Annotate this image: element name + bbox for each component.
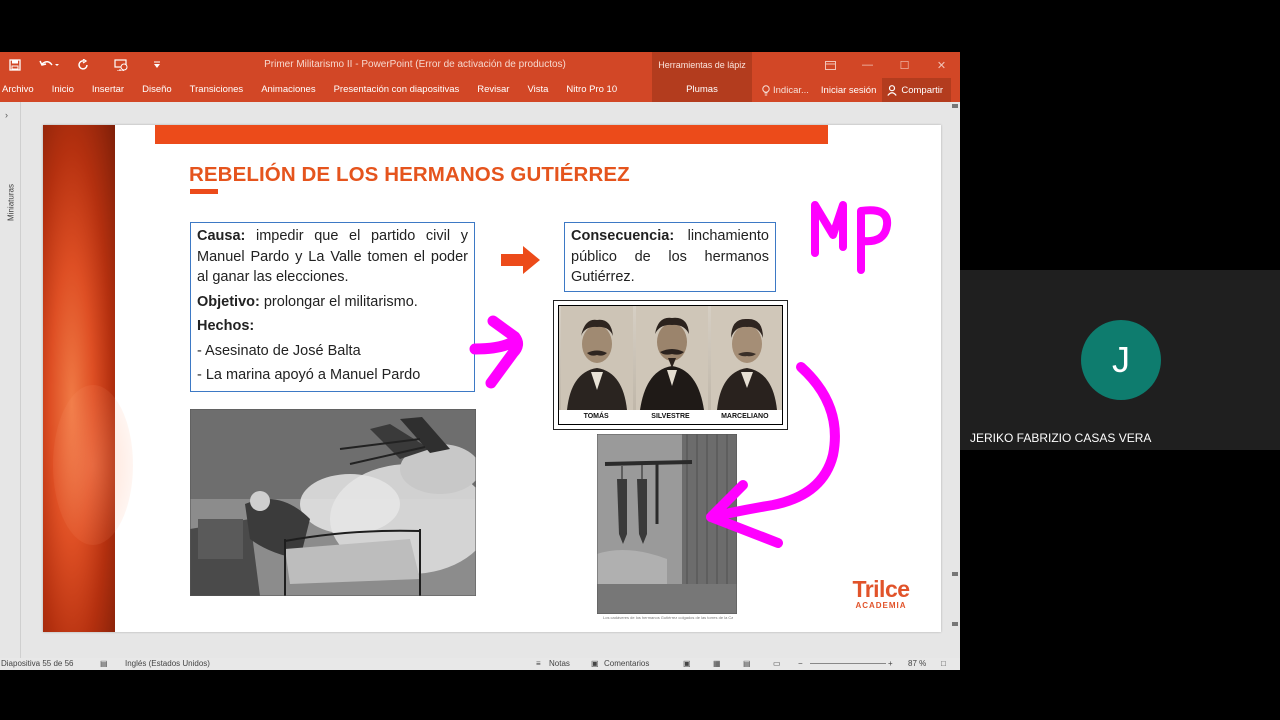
ribbon-tabs: Archivo Inicio Insertar Diseño Transicio…: [0, 78, 626, 102]
save-icon[interactable]: [0, 52, 30, 78]
tab-vista[interactable]: Vista: [518, 78, 557, 102]
zoom-level[interactable]: 87 %: [908, 659, 926, 668]
pen-ink-annotations: [469, 201, 892, 548]
vertical-scrollbar[interactable]: [950, 102, 960, 658]
slideshow-icon[interactable]: ▭: [773, 659, 781, 668]
consequence-label: Consecuencia:: [571, 228, 675, 244]
fact-item: - La marina apoyó a Manuel Pardo: [197, 367, 421, 383]
reading-view-icon[interactable]: ▤: [743, 659, 751, 668]
tell-me-button[interactable]: Indicar...: [756, 85, 815, 96]
objective-text: prolongar el militarismo.: [259, 293, 418, 310]
tab-presentacion[interactable]: Presentación con diapositivas: [325, 78, 469, 102]
portrait-tomas: [561, 306, 633, 410]
zoom-out-icon[interactable]: −: [798, 659, 803, 668]
normal-view-icon[interactable]: ▣: [683, 659, 691, 668]
tab-insertar[interactable]: Insertar: [83, 78, 133, 102]
brother-name: TOMÁS: [583, 413, 609, 420]
tell-me-label: Indicar...: [773, 84, 809, 96]
notes-button[interactable]: Notas: [549, 659, 570, 668]
window-title: Primer Militarismo II - PowerPoint (Erro…: [264, 59, 566, 70]
arrow-right-icon: [501, 246, 540, 274]
participant-name: JERIKO FABRIZIO CASAS VERA: [970, 431, 1152, 445]
trilce-logo: Trilce ACADEMIA: [844, 577, 918, 610]
portrait-marceliano: [711, 306, 782, 410]
customize-toolbar-icon[interactable]: [144, 52, 170, 78]
logo-subtitle: ACADEMIA: [855, 601, 907, 610]
slide-title[interactable]: REBELIÓN DE LOS HERMANOS GUTIÉRREZ: [189, 163, 630, 187]
tab-plumas[interactable]: Plumas: [652, 78, 752, 102]
ribbon-right-actions: Indicar... Iniciar sesión Compartir: [756, 78, 952, 102]
slide-sorter-icon[interactable]: ▦: [713, 659, 721, 668]
avatar: J: [1081, 320, 1161, 400]
tab-nitro[interactable]: Nitro Pro 10: [557, 78, 626, 102]
ribbon-display-options-icon[interactable]: [812, 52, 849, 78]
chevron-right-icon[interactable]: ›: [5, 110, 8, 120]
gutierrez-hanging-engraving[interactable]: [597, 434, 737, 614]
slide-counter: Diapositiva 55 de 56: [1, 659, 74, 668]
fit-to-window-icon[interactable]: □: [941, 659, 946, 668]
cause-label: Causa:: [197, 228, 246, 244]
notes-icon[interactable]: ≡: [536, 659, 541, 668]
objective-label: Objetivo:: [197, 293, 260, 310]
brother-name: SILVESTRE: [651, 413, 690, 420]
fact-item: - Asesinato de José Balta: [197, 342, 361, 359]
slide-side-image: [43, 125, 133, 632]
language-indicator[interactable]: Inglés (Estados Unidos): [125, 659, 210, 668]
context-tab-group-title: Herramientas de lápiz: [658, 60, 746, 70]
facts-label: Hechos:: [197, 318, 255, 334]
powerpoint-window: Primer Militarismo II - PowerPoint (Erro…: [0, 52, 960, 670]
screen: Primer Militarismo II - PowerPoint (Erro…: [0, 0, 1280, 720]
status-bar: Diapositiva 55 de 56 ▤ Inglés (Estados U…: [0, 658, 960, 670]
meeting-empty-area-top: [960, 0, 1280, 270]
portrait-silvestre: [636, 306, 708, 410]
undo-icon[interactable]: [30, 52, 68, 78]
share-button[interactable]: Compartir: [882, 78, 952, 102]
close-icon[interactable]: ✕: [923, 52, 960, 78]
tab-inicio[interactable]: Inicio: [43, 78, 83, 102]
cause-textbox[interactable]: Causa: impedir que el partido civil y Ma…: [190, 222, 475, 392]
share-label: Compartir: [901, 84, 944, 96]
brothers-name-strip: TOMÁS SILVESTRE MARCELIANO: [559, 410, 782, 424]
thumbnails-label: Miniaturas: [6, 184, 16, 221]
logo-name: Trilce: [852, 576, 910, 602]
thumbnail-pane-collapsed[interactable]: › Miniaturas: [0, 102, 21, 658]
participant-tile[interactable]: J JERIKO FABRIZIO CASAS VERA: [960, 270, 1280, 450]
sign-in-link[interactable]: Iniciar sesión: [815, 85, 882, 96]
title-underline: [190, 189, 218, 194]
comments-button[interactable]: Comentarios: [604, 659, 649, 668]
tab-diseno[interactable]: Diseño: [133, 78, 181, 102]
minimize-icon[interactable]: —: [849, 52, 886, 78]
person-icon: [887, 84, 898, 96]
brothers-portrait-photo[interactable]: TOMÁS SILVESTRE MARCELIANO: [553, 300, 788, 430]
meeting-empty-area-bottom: [960, 450, 1280, 720]
slide-canvas[interactable]: REBELIÓN DE LOS HERMANOS GUTIÉRREZ Causa…: [43, 125, 941, 632]
lightbulb-icon: [762, 84, 770, 95]
start-from-beginning-icon[interactable]: [98, 52, 144, 78]
spellcheck-icon[interactable]: ▤: [100, 659, 108, 668]
slide-top-bar: [155, 125, 828, 144]
zoom-in-icon[interactable]: +: [888, 659, 893, 668]
quick-access-toolbar: [0, 52, 170, 78]
consequence-textbox[interactable]: Consecuencia: linchamiento público de lo…: [564, 222, 776, 292]
maximize-icon[interactable]: ☐: [886, 52, 923, 78]
comments-icon[interactable]: ▣: [591, 659, 599, 668]
tab-transiciones[interactable]: Transiciones: [181, 78, 253, 102]
pen-tools-context: Herramientas de lápiz Plumas: [652, 52, 752, 102]
brother-name: MARCELIANO: [721, 413, 769, 420]
title-bar: Primer Militarismo II - PowerPoint (Erro…: [0, 52, 960, 78]
engraving-caption: Los cadáveres de los hermanos Gutiérrez …: [603, 615, 733, 620]
tab-archivo[interactable]: Archivo: [0, 78, 43, 102]
zoom-slider[interactable]: [810, 663, 886, 664]
redo-icon[interactable]: [68, 52, 98, 78]
balta-assassination-engraving[interactable]: [190, 409, 476, 596]
window-controls: — ☐ ✕: [812, 52, 960, 78]
tab-revisar[interactable]: Revisar: [468, 78, 518, 102]
tab-animaciones[interactable]: Animaciones: [252, 78, 324, 102]
